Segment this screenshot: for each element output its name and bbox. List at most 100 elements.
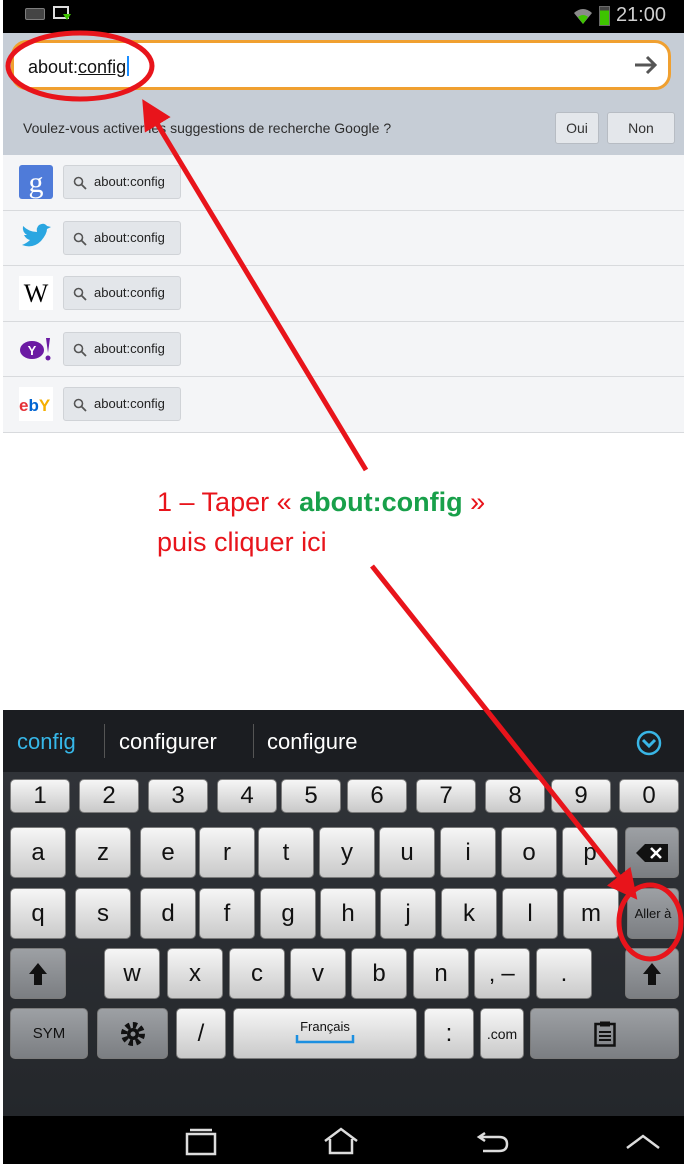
search-chip[interactable]: about:config bbox=[63, 387, 181, 421]
suggestion-divider bbox=[253, 724, 254, 758]
search-chip[interactable]: about:config bbox=[63, 331, 181, 366]
svg-text:Y: Y bbox=[28, 343, 37, 358]
key[interactable]: q bbox=[10, 888, 66, 939]
engine-row-twitter[interactable]: about:config bbox=[3, 210, 684, 266]
shift-icon bbox=[643, 962, 661, 985]
svg-text:W: W bbox=[24, 279, 49, 308]
key[interactable]: z bbox=[75, 827, 131, 878]
no-button[interactable]: Non bbox=[607, 112, 675, 144]
twitter-icon bbox=[22, 223, 51, 246]
go-key[interactable]: Aller à bbox=[627, 888, 679, 939]
shift-icon bbox=[29, 962, 47, 985]
search-chip-label: about:config bbox=[94, 285, 165, 300]
settings-key[interactable] bbox=[97, 1008, 168, 1059]
key[interactable]: i bbox=[440, 827, 496, 878]
key[interactable]: y bbox=[319, 827, 375, 878]
key[interactable]: 9 bbox=[551, 779, 611, 813]
key[interactable]: 8 bbox=[485, 779, 545, 813]
clipboard-key[interactable] bbox=[530, 1008, 679, 1059]
back-icon[interactable] bbox=[473, 1126, 513, 1156]
search-chip[interactable]: about:config bbox=[63, 276, 181, 310]
backspace-key[interactable] bbox=[625, 827, 679, 878]
key[interactable]: g bbox=[260, 888, 316, 939]
annotation-prefix: 1 – Taper « bbox=[157, 487, 300, 517]
recent-apps-icon[interactable] bbox=[181, 1126, 221, 1156]
key[interactable]: 5 bbox=[281, 779, 341, 813]
go-arrow-icon[interactable] bbox=[632, 53, 660, 77]
status-left-icons bbox=[25, 6, 73, 22]
sym-key[interactable]: SYM bbox=[10, 1008, 88, 1059]
engine-row-ebay[interactable]: ebY about:config bbox=[3, 377, 684, 433]
key[interactable]: b bbox=[351, 948, 407, 999]
colon-key[interactable]: : bbox=[424, 1008, 474, 1059]
key[interactable]: e bbox=[140, 827, 196, 878]
key[interactable]: h bbox=[320, 888, 376, 939]
key[interactable]: ‚ – bbox=[474, 948, 530, 999]
clock: 21:00 bbox=[615, 4, 666, 26]
engine-row-google[interactable]: g about:config bbox=[3, 155, 684, 211]
key[interactable]: 3 bbox=[148, 779, 208, 813]
svg-text:ebY: ebY bbox=[19, 396, 51, 415]
key[interactable]: d bbox=[140, 888, 196, 939]
engine-row-yahoo[interactable]: Y about:config bbox=[3, 321, 684, 377]
dotcom-key[interactable]: .com bbox=[480, 1008, 524, 1059]
key[interactable]: n bbox=[413, 948, 469, 999]
url-input[interactable]: about:config bbox=[11, 40, 671, 90]
key[interactable]: m bbox=[563, 888, 619, 939]
search-chip[interactable]: about:config bbox=[63, 165, 181, 199]
key[interactable]: 4 bbox=[217, 779, 277, 813]
key[interactable]: k bbox=[441, 888, 497, 939]
shift-key-right[interactable] bbox=[625, 948, 679, 999]
key[interactable]: c bbox=[229, 948, 285, 999]
hide-keyboard-icon[interactable] bbox=[623, 1126, 663, 1156]
key[interactable]: x bbox=[167, 948, 223, 999]
space-key[interactable]: Français bbox=[233, 1008, 417, 1059]
annotation-line-2: puis cliquer ici bbox=[157, 527, 327, 557]
suggestion-item[interactable]: configure bbox=[267, 729, 358, 755]
key[interactable]: u bbox=[379, 827, 435, 878]
suggestion-item[interactable]: config bbox=[17, 729, 76, 755]
google-icon: g bbox=[19, 165, 53, 199]
yes-button[interactable]: Oui bbox=[555, 112, 599, 144]
key[interactable]: p bbox=[562, 827, 618, 878]
svg-text:g: g bbox=[29, 166, 44, 199]
page-content-area bbox=[3, 433, 684, 710]
key[interactable]: 2 bbox=[79, 779, 139, 813]
engine-row-wikipedia[interactable]: W about:config bbox=[3, 266, 684, 322]
key[interactable]: v bbox=[290, 948, 346, 999]
backspace-icon bbox=[636, 843, 668, 862]
key[interactable]: 7 bbox=[416, 779, 476, 813]
key[interactable]: l bbox=[502, 888, 558, 939]
key[interactable]: w bbox=[104, 948, 160, 999]
search-suggestions-prompt: Voulez-vous activer les suggestions de r… bbox=[3, 101, 684, 155]
url-text: about:config bbox=[28, 56, 130, 78]
search-chip-label: about:config bbox=[94, 396, 165, 411]
key[interactable]: 6 bbox=[347, 779, 407, 813]
key[interactable]: r bbox=[199, 827, 255, 878]
key[interactable]: t bbox=[258, 827, 314, 878]
key[interactable]: f bbox=[199, 888, 255, 939]
key[interactable]: 1 bbox=[10, 779, 70, 813]
text-caret bbox=[127, 56, 130, 76]
wikipedia-icon: W bbox=[19, 276, 53, 310]
screenshot-icon bbox=[53, 6, 71, 20]
key[interactable]: o bbox=[501, 827, 557, 878]
home-icon[interactable] bbox=[321, 1126, 361, 1156]
suggestion-item[interactable]: configurer bbox=[119, 729, 217, 755]
key[interactable]: . bbox=[536, 948, 592, 999]
key[interactable]: 0 bbox=[619, 779, 679, 813]
shift-key-left[interactable] bbox=[10, 948, 66, 999]
annotation-line-1: 1 – Taper « about:config » bbox=[157, 482, 485, 522]
ebay-icon: ebY bbox=[19, 387, 53, 421]
slash-key[interactable]: / bbox=[176, 1008, 226, 1059]
clipboard-icon bbox=[593, 1021, 616, 1047]
key[interactable]: j bbox=[380, 888, 436, 939]
key[interactable]: a bbox=[10, 827, 66, 878]
key[interactable]: s bbox=[75, 888, 131, 939]
search-icon bbox=[73, 398, 87, 412]
search-chip[interactable]: about:config bbox=[63, 220, 181, 255]
status-bar: 21:00 bbox=[3, 0, 684, 33]
search-icon bbox=[73, 343, 87, 357]
tutorial-annotation: 1 – Taper « about:config » puis cliquer … bbox=[157, 482, 485, 562]
expand-suggestions-icon[interactable] bbox=[636, 730, 662, 756]
